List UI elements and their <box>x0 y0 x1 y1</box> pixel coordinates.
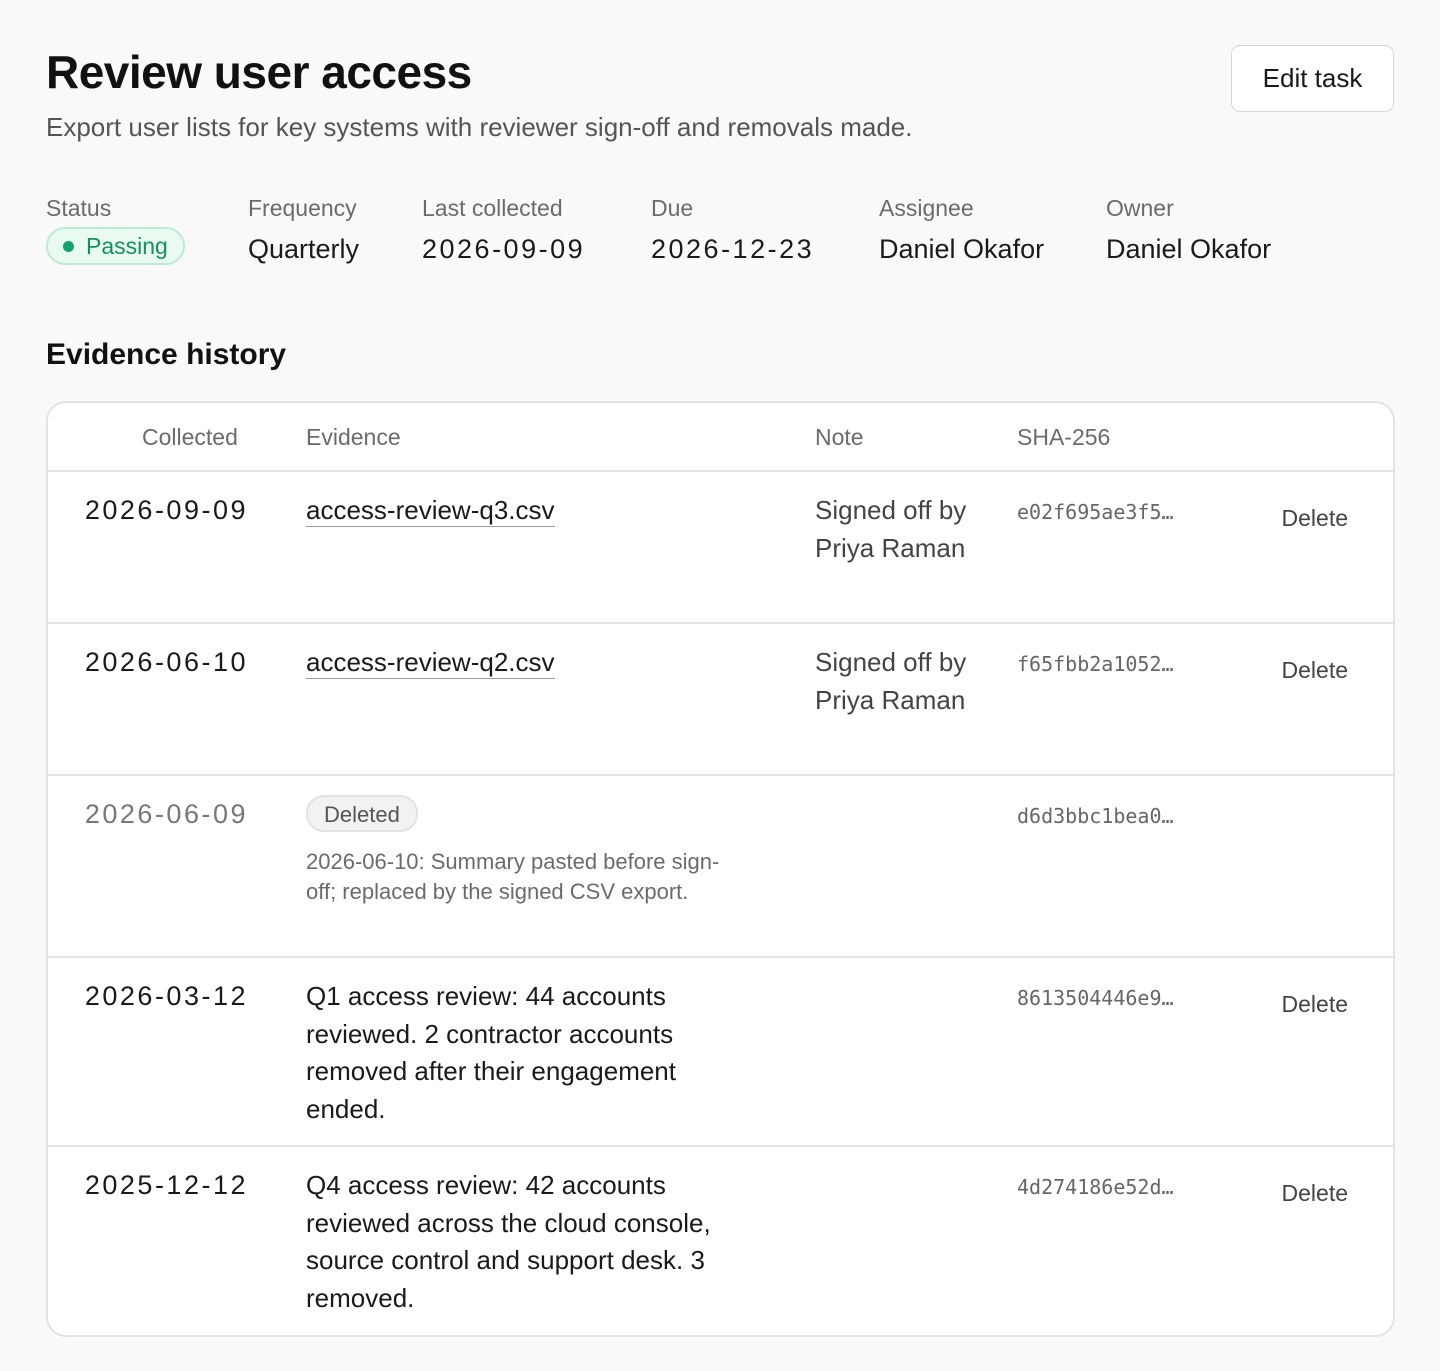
evidence-file-link[interactable]: access-review-q2.csv <box>306 647 555 679</box>
status-value: Passing <box>86 232 168 259</box>
meta-last-collected-value: 2026-09-09 <box>422 234 586 264</box>
meta-due-label: Due <box>651 195 694 221</box>
column-header-collected: Collected <box>142 424 238 450</box>
table-row: 2026-09-09 access-review-q3.csv Signed o… <box>48 472 1393 624</box>
meta-status-label: Status <box>46 195 112 221</box>
delete-button[interactable]: Delete <box>1258 657 1348 684</box>
row-note: Signed off by Priya Raman <box>815 647 967 715</box>
evidence-section-title: Evidence history <box>46 338 287 371</box>
meta-due: Due 2026-12-23 <box>651 194 814 266</box>
status-dot-icon <box>63 240 74 252</box>
column-header-note: Note <box>815 424 864 450</box>
meta-owner-value: Daniel Okafor <box>1106 234 1272 264</box>
meta-assignee-value: Daniel Okafor <box>879 234 1045 264</box>
meta-owner: Owner Daniel Okafor <box>1106 194 1271 266</box>
delete-button[interactable]: Delete <box>1258 1180 1348 1207</box>
meta-due-value: 2026-12-23 <box>651 234 815 264</box>
row-sha: d6d3bbc1bea0… <box>1017 804 1174 828</box>
deleted-note: 2026-06-10: Summary pasted before sign-o… <box>306 848 720 904</box>
task-detail-page: Review user access Export user lists for… <box>0 0 1440 1371</box>
row-sha: 4d274186e52d… <box>1017 1175 1174 1199</box>
column-header-evidence: Evidence <box>306 424 401 450</box>
row-collected-date: 2026-06-09 <box>84 799 248 829</box>
evidence-table-header: Collected Evidence Note SHA-256 <box>48 403 1393 472</box>
row-sha: e02f695ae3f5… <box>1017 500 1174 524</box>
column-header-sha: SHA-256 <box>1017 424 1111 450</box>
row-evidence: access-review-q2.csv <box>306 644 756 682</box>
row-evidence: access-review-q3.csv <box>306 492 756 530</box>
row-note: Signed off by Priya Raman <box>815 495 967 563</box>
row-evidence-text: Q1 access review: 44 accounts reviewed. … <box>306 981 676 1124</box>
row-evidence: Deleted 2026-06-10: Summary pasted befor… <box>306 795 756 907</box>
page-header: Review user access Export user lists for… <box>46 0 1394 144</box>
row-collected-date: 2026-06-10 <box>84 647 248 677</box>
meta-status: Status Passing <box>46 194 185 265</box>
meta-last-collected: Last collected 2026-09-09 <box>422 194 585 266</box>
row-collected-date: 2026-09-09 <box>84 495 248 525</box>
meta-assignee: Assignee Daniel Okafor <box>879 194 1044 266</box>
meta-frequency: Frequency Quarterly <box>248 194 359 266</box>
meta-last-collected-label: Last collected <box>422 195 563 221</box>
meta-frequency-label: Frequency <box>248 195 357 221</box>
evidence-table: Collected Evidence Note SHA-256 2026-09-… <box>46 401 1395 1337</box>
page-subtitle: Export user lists for key systems with r… <box>46 112 913 142</box>
task-meta: Status Passing Frequency Quarterly Last … <box>46 194 1394 266</box>
table-row: 2026-06-10 access-review-q2.csv Signed o… <box>48 624 1393 776</box>
table-row-deleted: 2026-06-09 Deleted 2026-06-10: Summary p… <box>48 776 1393 958</box>
table-row: 2026-03-12 Q1 access review: 44 accounts… <box>48 958 1393 1147</box>
meta-frequency-value: Quarterly <box>248 234 360 264</box>
row-evidence-text: Q4 access review: 42 accounts reviewed a… <box>306 1170 711 1313</box>
meta-assignee-label: Assignee <box>879 195 974 221</box>
evidence-file-link[interactable]: access-review-q3.csv <box>306 495 555 527</box>
row-collected-date: 2025-12-12 <box>84 1170 248 1200</box>
status-badge: Passing <box>46 227 185 265</box>
delete-button[interactable]: Delete <box>1258 505 1348 532</box>
edit-task-button[interactable]: Edit task <box>1231 45 1394 112</box>
deleted-badge: Deleted <box>306 795 418 832</box>
meta-owner-label: Owner <box>1106 195 1174 221</box>
page-title: Review user access <box>46 46 472 98</box>
row-sha: f65fbb2a1052… <box>1017 652 1174 676</box>
row-sha: 8613504446e9… <box>1017 986 1174 1010</box>
table-row: 2025-12-12 Q4 access review: 42 accounts… <box>48 1147 1393 1335</box>
row-collected-date: 2026-03-12 <box>84 981 248 1011</box>
delete-button[interactable]: Delete <box>1258 991 1348 1018</box>
